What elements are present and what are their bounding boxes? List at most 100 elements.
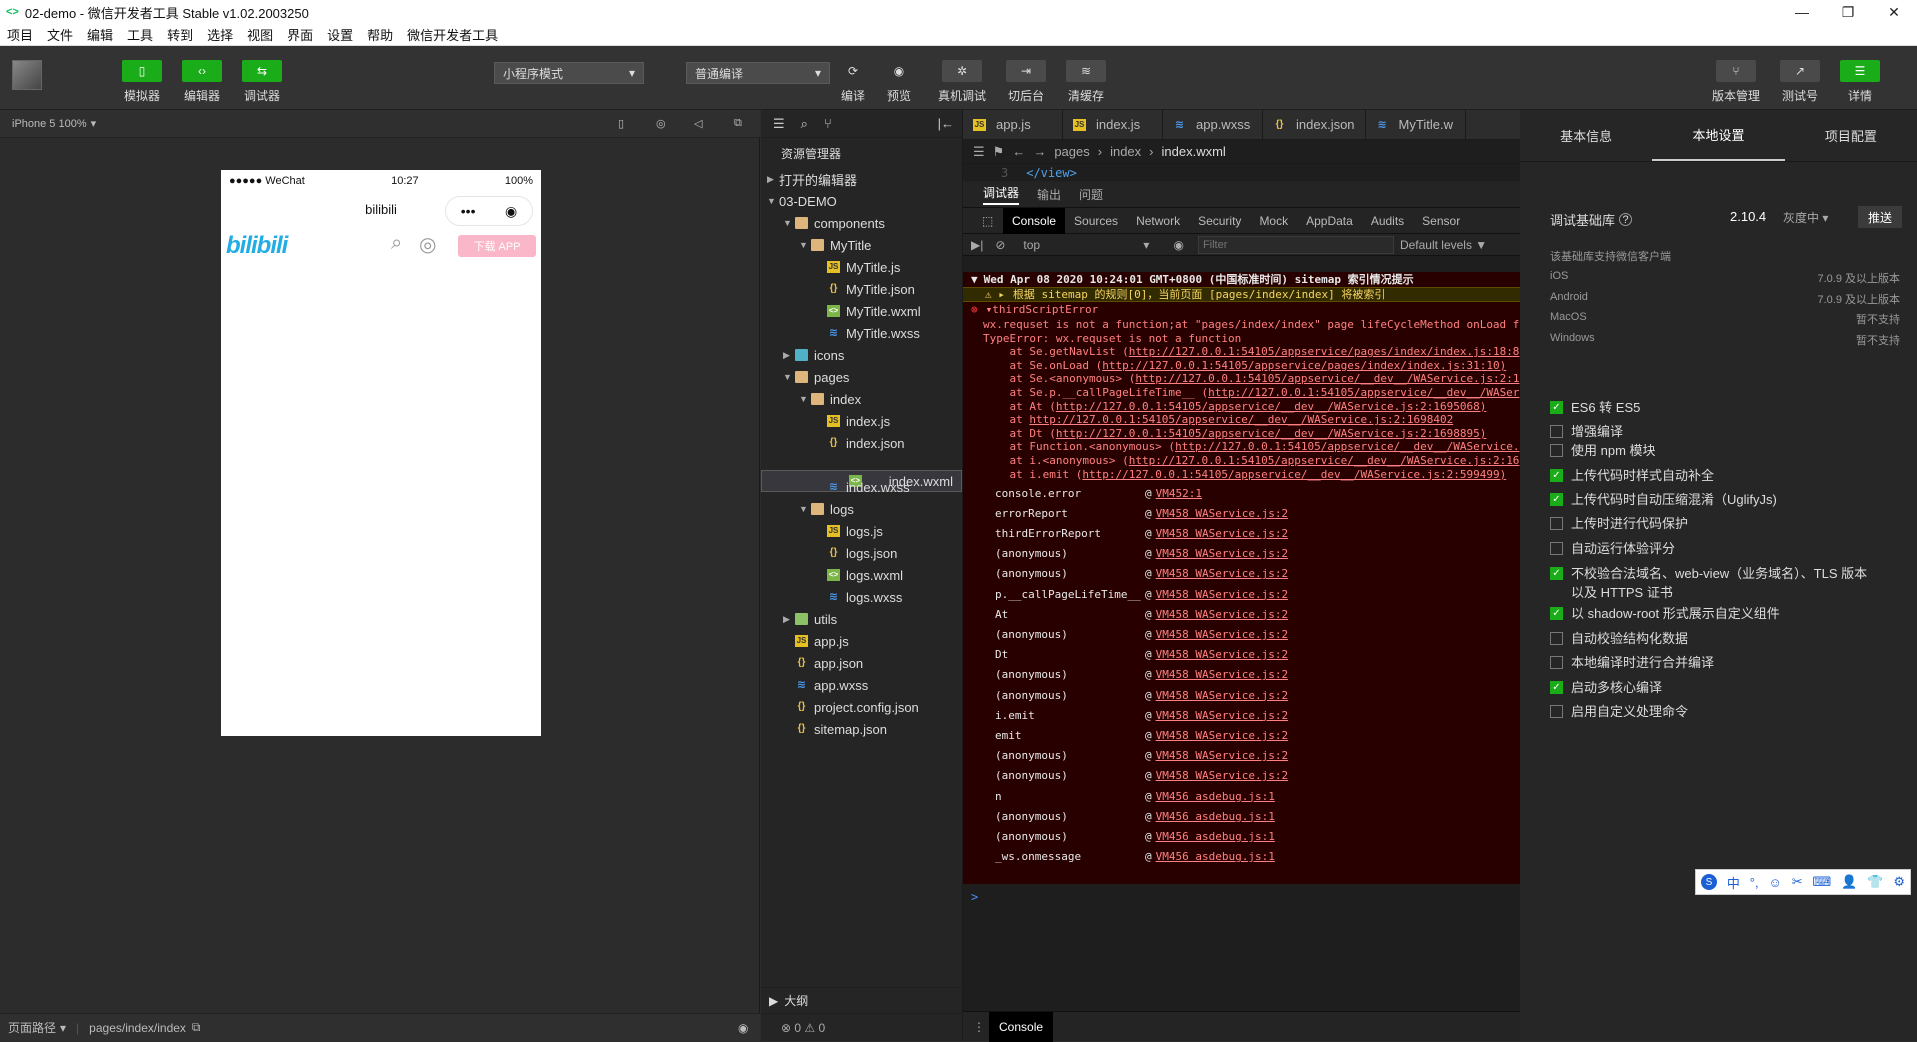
close-circle-icon[interactable]: ◉ bbox=[505, 203, 517, 220]
trace-link[interactable]: http://127.0.0.1:54105/appservice/__dev_… bbox=[1129, 454, 1520, 467]
tree-item[interactable]: ▼ index bbox=[761, 388, 962, 410]
download-app-button[interactable]: 下载 APP bbox=[458, 235, 536, 257]
stack-source-link[interactable]: VM458 WAService.js:2 bbox=[1156, 668, 1288, 681]
drawer-console-tab[interactable]: Console bbox=[989, 1011, 1054, 1042]
menu-wechat-devtools[interactable]: 微信开发者工具 bbox=[400, 25, 505, 44]
setting-option[interactable]: ✓ 启动多核心编译 bbox=[1550, 678, 1880, 697]
compile-button[interactable]: ⟳ 编译 bbox=[838, 60, 868, 104]
bookmark-icon[interactable]: ⚑ bbox=[993, 144, 1005, 160]
tree-item[interactable]: JS MyTitle.js bbox=[761, 256, 962, 278]
ime-lang[interactable]: 中 bbox=[1727, 873, 1740, 892]
clear-console-icon[interactable]: ⊘ bbox=[995, 238, 1005, 252]
stack-source-link[interactable]: VM458 WAService.js:2 bbox=[1156, 709, 1288, 722]
checkbox-checked-icon[interactable]: ✓ bbox=[1550, 493, 1563, 506]
tree-item[interactable]: {} index.json bbox=[761, 432, 962, 454]
stack-source-link[interactable]: VM458 WAService.js:2 bbox=[1156, 769, 1288, 782]
ime-punct-icon[interactable]: °, bbox=[1750, 875, 1759, 890]
ime-emoji-icon[interactable]: ☺ bbox=[1769, 875, 1782, 890]
close-button[interactable]: ✕ bbox=[1871, 0, 1917, 24]
checkbox-icon[interactable] bbox=[1550, 632, 1563, 645]
lib-gray-select[interactable]: 灰度中 ▾ bbox=[1783, 209, 1828, 226]
tree-item[interactable]: ≋ index.wxss bbox=[761, 476, 962, 498]
menu-help[interactable]: 帮助 bbox=[360, 25, 400, 44]
editor-tab[interactable]: JS app.js bbox=[963, 110, 1063, 139]
list-icon[interactable]: ☰ bbox=[973, 144, 985, 160]
tree-item[interactable]: <> logs.wxml bbox=[761, 564, 962, 586]
tab-debugger[interactable]: 调试器 bbox=[983, 184, 1020, 205]
debugger-toggle[interactable]: ⇆ 调试器 bbox=[242, 60, 282, 104]
setting-option[interactable]: ✓ 以 shadow-root 形式展示自定义组件 bbox=[1550, 604, 1880, 623]
stack-source-link[interactable]: VM456 asdebug.js:1 bbox=[1156, 850, 1275, 863]
stack-source-link[interactable]: VM458 WAService.js:2 bbox=[1156, 507, 1288, 520]
checkbox-checked-icon[interactable]: ✓ bbox=[1550, 607, 1563, 620]
test-account-button[interactable]: ↗ 测试号 bbox=[1780, 60, 1820, 104]
setting-option[interactable]: 启用自定义处理命令 bbox=[1550, 702, 1880, 721]
tree-item[interactable]: ▼ components bbox=[761, 212, 962, 234]
inspect-icon[interactable]: ⬚ bbox=[973, 208, 1002, 234]
setting-option[interactable]: ✓ 不校验合法域名、web-view（业务域名）、TLS 版本以及 HTTPS 证… bbox=[1550, 564, 1880, 602]
filter-input[interactable] bbox=[1197, 235, 1394, 254]
editor-tab[interactable]: ≋ MyTitle.w bbox=[1366, 110, 1466, 139]
tree-item[interactable]: {} MyTitle.json bbox=[761, 278, 962, 300]
user-icon[interactable]: ◎ bbox=[419, 232, 436, 257]
tree-item[interactable]: ≋ app.wxss bbox=[761, 674, 962, 696]
real-debug-button[interactable]: ✲ 真机调试 bbox=[938, 60, 986, 104]
trace-link[interactable]: http://127.0.0.1:54105/appservice/__dev_… bbox=[1056, 427, 1486, 440]
menu-project[interactable]: 项目 bbox=[0, 25, 40, 44]
devtools-tab-mock[interactable]: Mock bbox=[1250, 208, 1297, 234]
devtools-tab-appdata[interactable]: AppData bbox=[1297, 208, 1362, 234]
eye-icon[interactable]: ◉ bbox=[738, 1021, 748, 1035]
tree-item[interactable]: {} project.config.json bbox=[761, 696, 962, 718]
checkbox-checked-icon[interactable]: ✓ bbox=[1550, 401, 1563, 414]
menu-select[interactable]: 选择 bbox=[200, 25, 240, 44]
setting-option[interactable]: ✓ 上传代码时样式自动补全 bbox=[1550, 466, 1880, 485]
trace-link[interactable]: http://127.0.0.1:54105/appservice/__dev_… bbox=[1208, 386, 1519, 399]
stack-source-link[interactable]: VM458 WAService.js:2 bbox=[1156, 608, 1288, 621]
ime-user-icon[interactable]: 👤 bbox=[1841, 874, 1857, 890]
setting-option[interactable]: 自动运行体验评分 bbox=[1550, 539, 1880, 558]
ime-logo-icon[interactable]: S bbox=[1700, 874, 1717, 890]
devtools-tab-audits[interactable]: Audits bbox=[1362, 208, 1413, 234]
maximize-button[interactable]: ❐ bbox=[1825, 0, 1871, 24]
ime-skin-icon[interactable]: 👕 bbox=[1867, 874, 1883, 890]
tab-output[interactable]: 输出 bbox=[1037, 186, 1061, 203]
tree-item[interactable]: ≋ MyTitle.wxss bbox=[761, 322, 962, 344]
devtools-tab-security[interactable]: Security bbox=[1189, 208, 1250, 234]
phone-icon[interactable]: ▯ bbox=[618, 117, 624, 130]
stack-source-link[interactable]: VM458 WAService.js:2 bbox=[1156, 648, 1288, 661]
mode-select[interactable]: 小程序模式 ▾ bbox=[494, 62, 644, 84]
search-icon[interactable]: ⌕ bbox=[801, 116, 808, 132]
more-vertical-icon[interactable]: ⋮ bbox=[973, 1020, 985, 1034]
tree-item[interactable]: ▶ icons bbox=[761, 344, 962, 366]
trace-link[interactable]: http://127.0.0.1:54105/appservice/__dev_… bbox=[1082, 468, 1506, 481]
minimize-button[interactable]: — bbox=[1779, 0, 1825, 24]
back-icon[interactable]: ← bbox=[1012, 144, 1025, 159]
checkbox-icon[interactable] bbox=[1550, 542, 1563, 555]
devtools-tab-console[interactable]: Console bbox=[1003, 207, 1066, 234]
problems-status[interactable]: ⊗ 0 ⚠ 0 bbox=[761, 1013, 963, 1041]
editor-tab[interactable]: JS index.js bbox=[1063, 110, 1163, 139]
more-icon[interactable]: ••• bbox=[461, 203, 476, 219]
avatar[interactable] bbox=[12, 60, 42, 90]
stack-source-link[interactable]: VM458 WAService.js:2 bbox=[1156, 588, 1288, 601]
menu-interface[interactable]: 界面 bbox=[280, 25, 320, 44]
tree-item[interactable]: ▼ logs bbox=[761, 498, 962, 520]
context-select[interactable]: top bbox=[1023, 238, 1143, 252]
setting-option[interactable]: ✓ ES6 转 ES5 bbox=[1550, 398, 1880, 417]
volume-icon[interactable]: ◁ bbox=[694, 117, 702, 130]
stack-source-link[interactable]: VM458 WAService.js:2 bbox=[1156, 628, 1288, 641]
git-icon[interactable]: ⑂ bbox=[824, 116, 832, 131]
checkbox-checked-icon[interactable]: ✓ bbox=[1550, 681, 1563, 694]
open-editors-section[interactable]: ▶ 打开的编辑器 bbox=[761, 168, 962, 190]
simulator-toggle[interactable]: ▯ 模拟器 bbox=[122, 60, 162, 104]
checkbox-icon[interactable] bbox=[1550, 425, 1563, 438]
tree-item[interactable]: JS logs.js bbox=[761, 520, 962, 542]
device-select[interactable]: iPhone 5 100% bbox=[12, 118, 87, 130]
sidebar-icon[interactable]: ▶| bbox=[971, 238, 983, 252]
eye-icon[interactable]: ◉ bbox=[1173, 238, 1183, 252]
trace-link[interactable]: http://127.0.0.1:54105/appservice/pages/… bbox=[1129, 345, 1520, 358]
checkbox-icon[interactable] bbox=[1550, 444, 1563, 457]
editor-tab[interactable]: ≋ app.wxss bbox=[1163, 110, 1263, 139]
preview-button[interactable]: ◉ 预览 bbox=[884, 60, 914, 104]
code-line[interactable]: 3 </view> bbox=[963, 164, 1520, 182]
